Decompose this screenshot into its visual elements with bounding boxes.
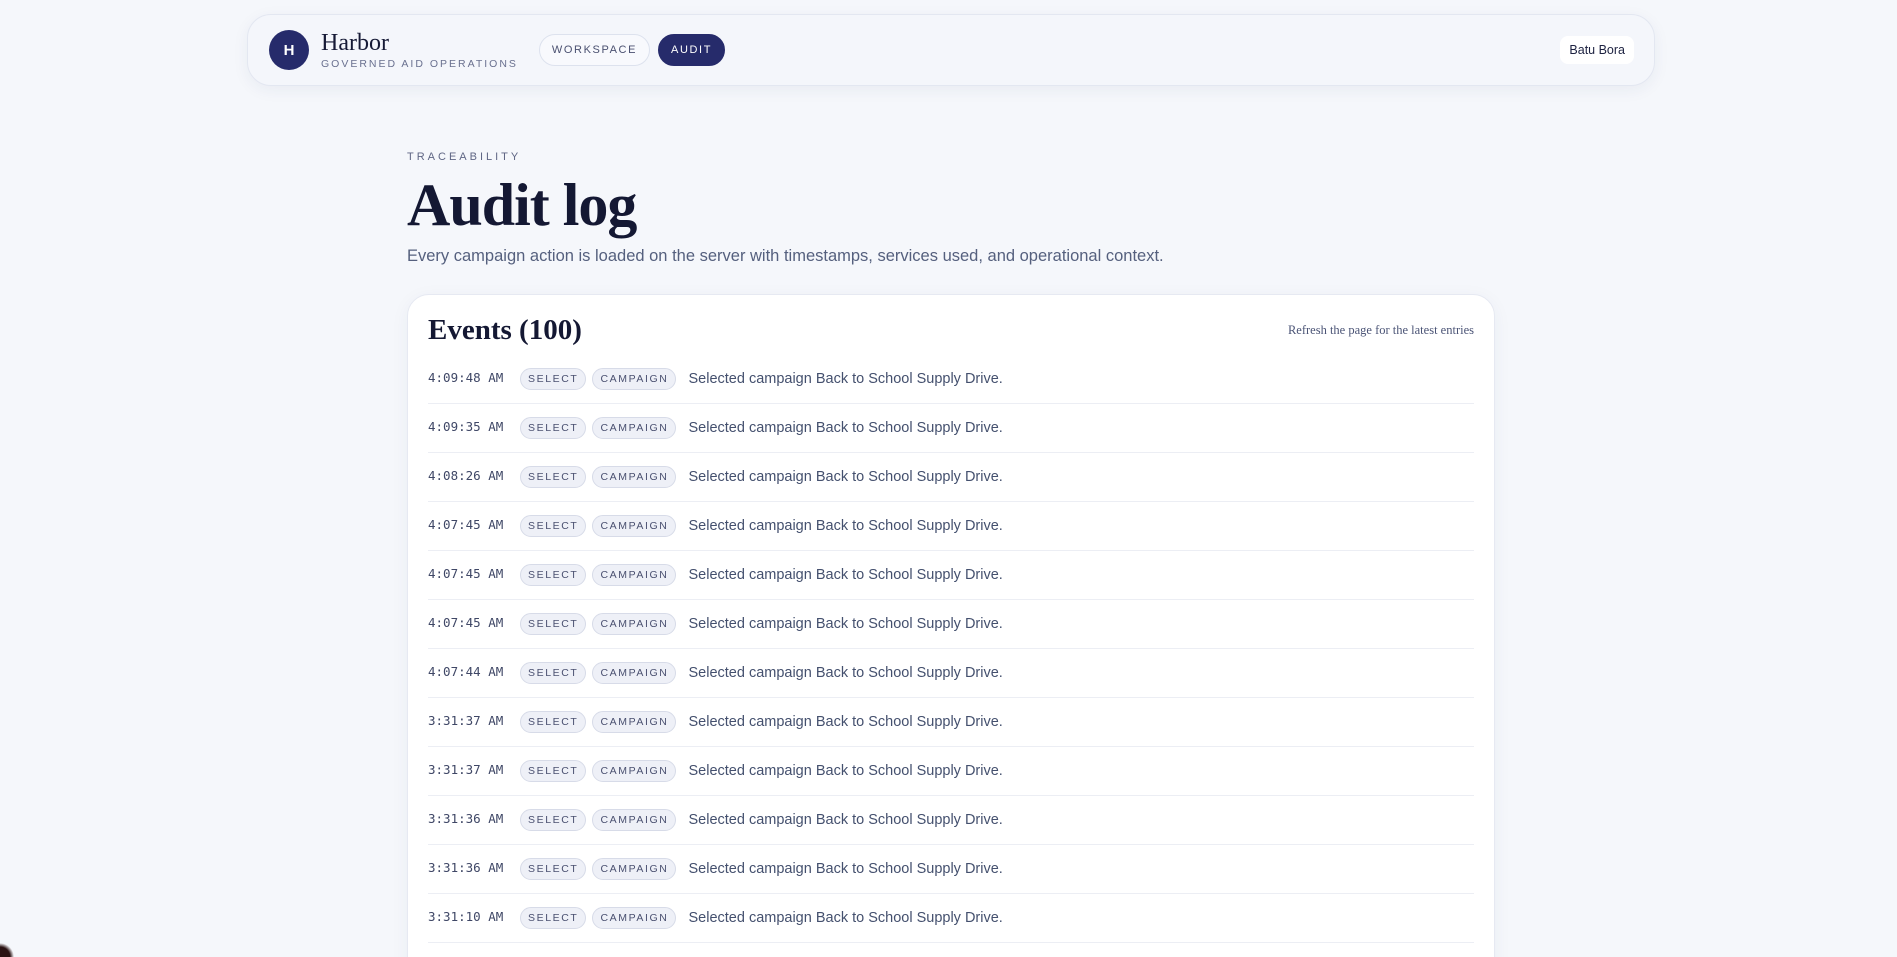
main-nav: WORKSPACE AUDIT xyxy=(538,34,726,66)
event-description: Selected campaign Back to School Supply … xyxy=(688,861,1003,877)
event-action-badge: SELECT xyxy=(520,858,587,880)
event-entity-badge: CAMPAIGN xyxy=(592,711,677,733)
event-entity-badge: CAMPAIGN xyxy=(592,907,677,929)
brand-tagline: GOVERNED AID OPERATIONS xyxy=(321,58,518,70)
event-action-badge: SELECT xyxy=(520,760,587,782)
event-action-badge: SELECT xyxy=(520,613,587,635)
event-action-badge: SELECT xyxy=(520,564,587,586)
event-time: 3:31:36 AM xyxy=(428,810,504,826)
event-description: Selected campaign Back to School Supply … xyxy=(688,714,1003,730)
event-entity-badge: CAMPAIGN xyxy=(592,466,677,488)
event-time: 4:07:45 AM xyxy=(428,516,504,532)
event-action-badge: SELECT xyxy=(520,711,587,733)
event-description: Selected campaign Back to School Supply … xyxy=(688,812,1003,828)
event-time: 4:07:45 AM xyxy=(428,565,504,581)
event-row: 4:08:26 AM SELECT CAMPAIGN Selected camp… xyxy=(428,453,1474,502)
events-title: Events (100) xyxy=(428,313,582,346)
event-row: 3:31:36 AM SELECT CAMPAIGN Selected camp… xyxy=(428,845,1474,894)
event-row: 4:09:35 AM SELECT CAMPAIGN Selected camp… xyxy=(428,404,1474,453)
nav-workspace[interactable]: WORKSPACE xyxy=(538,34,651,66)
event-entity-badge: CAMPAIGN xyxy=(592,662,677,684)
event-time: 3:31:10 AM xyxy=(428,908,504,924)
event-entity-badge: CAMPAIGN xyxy=(592,515,677,537)
event-row: 3:31:10 AM SELECT CAMPAIGN Selected camp… xyxy=(428,894,1474,943)
event-description: Selected campaign Back to School Supply … xyxy=(688,567,1003,583)
event-time: 4:07:45 AM xyxy=(428,614,504,630)
event-action-badge: SELECT xyxy=(520,466,587,488)
top-navigation-bar: H Harbor GOVERNED AID OPERATIONS WORKSPA… xyxy=(247,14,1655,86)
event-time: 4:09:35 AM xyxy=(428,418,504,434)
event-row: 3:31:36 AM SELECT CAMPAIGN Selected camp… xyxy=(428,796,1474,845)
event-entity-badge: CAMPAIGN xyxy=(592,809,677,831)
event-action-badge: SELECT xyxy=(520,907,587,929)
event-description: Selected campaign Back to School Supply … xyxy=(688,665,1003,681)
event-entity-badge: CAMPAIGN xyxy=(592,368,677,390)
event-time: 4:09:48 AM xyxy=(428,369,504,385)
page-eyebrow: TRACEABILITY xyxy=(407,151,522,163)
event-description: Selected campaign Back to School Supply … xyxy=(688,371,1003,387)
event-description: Selected campaign Back to School Supply … xyxy=(688,910,1003,926)
brand: Harbor GOVERNED AID OPERATIONS xyxy=(321,30,518,70)
event-time: 3:31:37 AM xyxy=(428,712,504,728)
event-description: Selected campaign Back to School Supply … xyxy=(688,420,1003,436)
event-description: Selected campaign Back to School Supply … xyxy=(688,616,1003,632)
event-entity-badge: CAMPAIGN xyxy=(592,858,677,880)
event-row: 3:31:37 AM SELECT CAMPAIGN Selected camp… xyxy=(428,698,1474,747)
logo-mark[interactable]: H xyxy=(269,30,309,70)
event-row: 4:09:48 AM SELECT CAMPAIGN Selected camp… xyxy=(428,355,1474,404)
event-row: 3:31:37 AM SELECT CAMPAIGN Selected camp… xyxy=(428,747,1474,796)
event-time: 3:31:36 AM xyxy=(428,859,504,875)
event-time: 3:31:37 AM xyxy=(428,761,504,777)
brand-name: Harbor xyxy=(321,30,389,56)
page-heading: TRACEABILITY Audit log Every campaign ac… xyxy=(407,151,1164,266)
event-row: 4:07:44 AM SELECT CAMPAIGN Selected camp… xyxy=(428,649,1474,698)
events-card: Events (100) Refresh the page for the la… xyxy=(407,294,1495,957)
event-action-badge: SELECT xyxy=(520,417,587,439)
event-time: 4:08:26 AM xyxy=(428,467,504,483)
page-title: Audit log xyxy=(407,172,637,238)
event-action-badge: SELECT xyxy=(520,515,587,537)
event-entity-badge: CAMPAIGN xyxy=(592,564,677,586)
event-row: 4:07:45 AM SELECT CAMPAIGN Selected camp… xyxy=(428,551,1474,600)
event-row: 4:07:45 AM SELECT CAMPAIGN Selected camp… xyxy=(428,600,1474,649)
event-time: 4:07:44 AM xyxy=(428,663,504,679)
event-entity-badge: CAMPAIGN xyxy=(592,760,677,782)
user-menu[interactable]: Batu Bora xyxy=(1560,36,1634,64)
event-action-badge: SELECT xyxy=(520,368,587,390)
event-description: Selected campaign Back to School Supply … xyxy=(688,763,1003,779)
event-action-badge: SELECT xyxy=(520,662,587,684)
page-subtitle: Every campaign action is loaded on the s… xyxy=(407,247,1164,265)
nav-audit[interactable]: AUDIT xyxy=(658,34,726,66)
refresh-hint: Refresh the page for the latest entries xyxy=(1287,322,1474,337)
event-action-badge: SELECT xyxy=(520,809,587,831)
event-entity-badge: CAMPAIGN xyxy=(592,417,677,439)
events-card-header: Events (100) Refresh the page for the la… xyxy=(428,313,1474,347)
event-description: Selected campaign Back to School Supply … xyxy=(688,518,1003,534)
event-row: 4:07:45 AM SELECT CAMPAIGN Selected camp… xyxy=(428,502,1474,551)
events-list: 4:09:48 AM SELECT CAMPAIGN Selected camp… xyxy=(428,355,1474,943)
window-corner xyxy=(0,943,26,957)
event-description: Selected campaign Back to School Supply … xyxy=(688,469,1003,485)
event-entity-badge: CAMPAIGN xyxy=(592,613,677,635)
